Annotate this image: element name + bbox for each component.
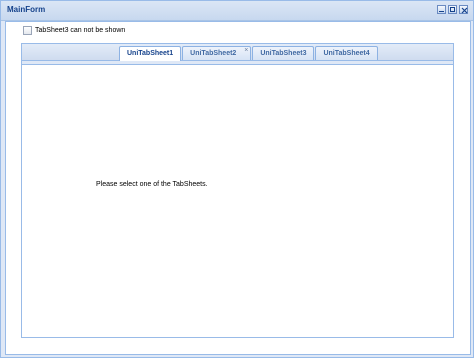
minimize-button[interactable] xyxy=(437,5,446,14)
tab-unitabsheet4[interactable]: UniTabSheet4 xyxy=(315,46,378,60)
close-button[interactable] xyxy=(459,5,468,14)
close-icon xyxy=(461,7,468,14)
maximize-icon xyxy=(450,7,455,12)
tabsheet3-checkbox[interactable] xyxy=(23,26,32,35)
tab-unitabsheet3[interactable]: UniTabSheet3 xyxy=(252,46,315,60)
content-message: Please select one of the TabSheets. xyxy=(96,181,208,188)
tab-strip: UniTabSheet1 UniTabSheet2 × UniTabSheet3… xyxy=(22,44,453,61)
tab-unitabsheet1[interactable]: UniTabSheet1 xyxy=(119,46,182,61)
checkbox-label[interactable]: TabSheet3 can not be shown xyxy=(35,27,125,34)
tab-close-icon[interactable]: × xyxy=(244,47,248,55)
maximize-button[interactable] xyxy=(448,5,457,14)
title-bar[interactable]: MainForm xyxy=(1,1,473,21)
tab-strip-underline xyxy=(22,61,453,65)
minimize-icon xyxy=(439,7,444,12)
tabs: UniTabSheet1 UniTabSheet2 × UniTabSheet3… xyxy=(119,46,378,61)
tab-label: UniTabSheet2 xyxy=(190,50,237,57)
tab-label: UniTabSheet4 xyxy=(323,50,370,57)
form-body: TabSheet3 can not be shown UniTabSheet1 … xyxy=(5,21,471,355)
page-control: UniTabSheet1 UniTabSheet2 × UniTabSheet3… xyxy=(21,43,454,338)
window-title: MainForm xyxy=(7,5,46,14)
tabsheet3-checkbox-row[interactable]: TabSheet3 can not be shown xyxy=(23,26,125,35)
tab-unitabsheet2[interactable]: UniTabSheet2 × xyxy=(182,46,252,60)
tab-label: UniTabSheet3 xyxy=(260,50,307,57)
main-form-window: MainForm TabSheet3 can not be shown UniT… xyxy=(0,0,474,358)
tab-label: UniTabSheet1 xyxy=(127,50,174,57)
window-tools xyxy=(437,5,468,14)
